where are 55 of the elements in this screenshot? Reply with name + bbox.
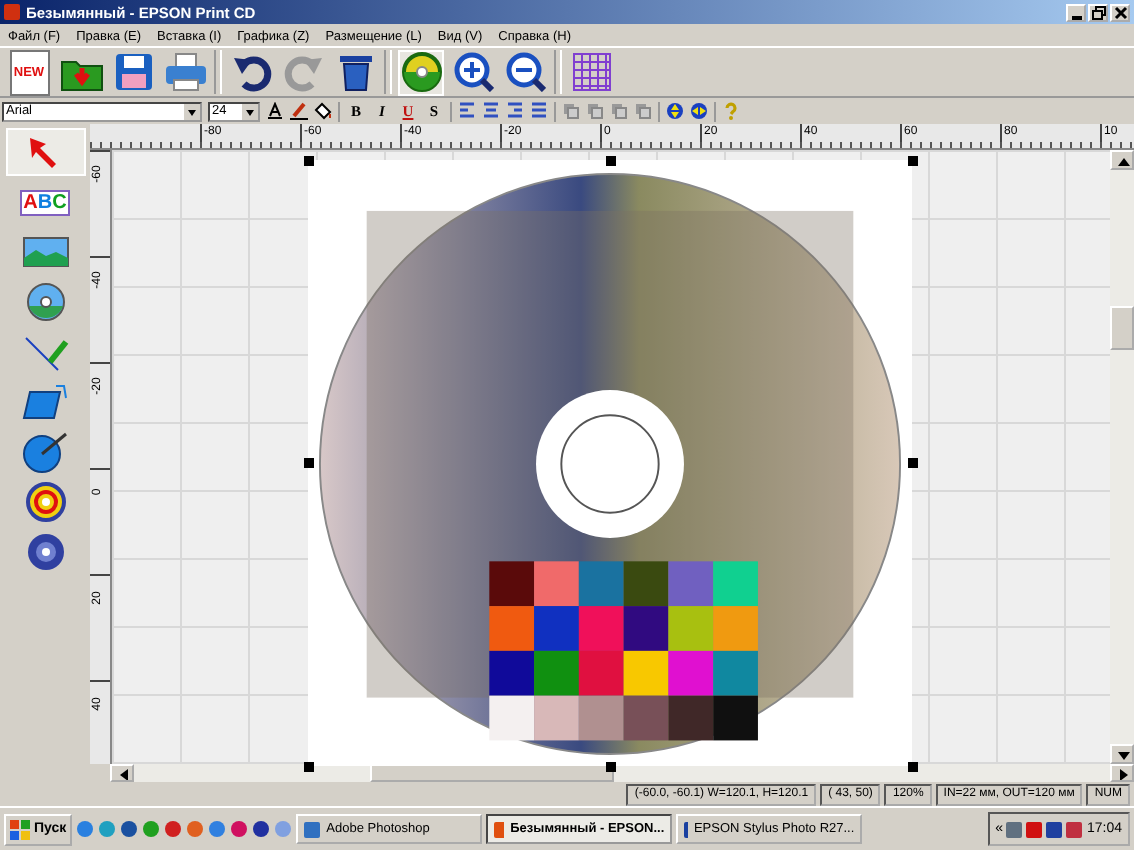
selection-handle[interactable] <box>907 458 917 468</box>
close-button[interactable] <box>1110 3 1130 21</box>
tool-button[interactable]: ABC <box>5 178 85 226</box>
zoom-in-icon <box>453 52 493 92</box>
zoom-in-button[interactable] <box>450 49 496 95</box>
align-icon[interactable] <box>458 102 476 120</box>
align-icon[interactable] <box>506 102 524 120</box>
selection-handle[interactable] <box>303 458 313 468</box>
printer-icon <box>163 52 207 92</box>
zoom-out-icon <box>505 52 545 92</box>
close-icon <box>1113 5 1127 19</box>
selection-handle[interactable] <box>907 761 917 771</box>
picture-disc-icon <box>25 282 65 322</box>
scroll-right-icon[interactable] <box>1110 764 1134 782</box>
redo-arrow-icon <box>283 52 323 92</box>
scroll-up-icon[interactable] <box>1110 150 1134 170</box>
grid-button[interactable] <box>568 49 614 95</box>
dropdown-arrow-icon <box>184 103 200 119</box>
scroll-left-icon[interactable] <box>110 764 134 782</box>
disc-icon <box>401 52 441 92</box>
minimize-button[interactable] <box>1066 3 1086 21</box>
selection-handle[interactable] <box>303 761 313 771</box>
save-button[interactable] <box>110 49 156 95</box>
print-button[interactable] <box>162 49 208 95</box>
selection-handle[interactable] <box>303 155 313 165</box>
align-icon[interactable] <box>530 102 548 120</box>
zoom-out-button[interactable] <box>502 49 548 95</box>
vertical-scrollbar[interactable] <box>1110 150 1134 764</box>
scrollbar-thumb[interactable] <box>1110 305 1134 349</box>
pen-color-icon[interactable] <box>290 102 308 120</box>
text-tool-icon: ABC <box>19 189 71 215</box>
dropdown-arrow-icon <box>242 103 258 119</box>
disc-ring-icon <box>25 482 65 522</box>
paint-bucket-icon[interactable] <box>314 102 332 120</box>
selection-handle[interactable] <box>605 155 615 165</box>
horizontal-scrollbar[interactable] <box>110 764 1134 782</box>
align-icon[interactable] <box>482 102 500 120</box>
text-color-icon[interactable] <box>266 102 284 120</box>
trash-can-icon <box>337 52 373 92</box>
flip-horizontal-icon[interactable] <box>690 102 708 120</box>
windows-logo-icon <box>10 819 30 839</box>
maximize-button[interactable] <box>1088 3 1108 21</box>
disc-button[interactable] <box>398 49 444 95</box>
circle-compass-icon <box>21 430 69 474</box>
selection-handle[interactable] <box>907 155 917 165</box>
flip-vertical-icon[interactable] <box>666 102 684 120</box>
disc-icon <box>25 532 65 572</box>
scroll-down-icon[interactable] <box>1110 744 1134 764</box>
grid-icon <box>571 52 611 92</box>
rectangle-icon <box>21 382 69 422</box>
tool-button[interactable] <box>5 128 85 176</box>
selection-handle[interactable] <box>605 761 615 771</box>
undo-arrow-icon <box>231 52 271 92</box>
restore-icon <box>1091 5 1105 19</box>
landscape-picture-icon <box>21 234 69 270</box>
